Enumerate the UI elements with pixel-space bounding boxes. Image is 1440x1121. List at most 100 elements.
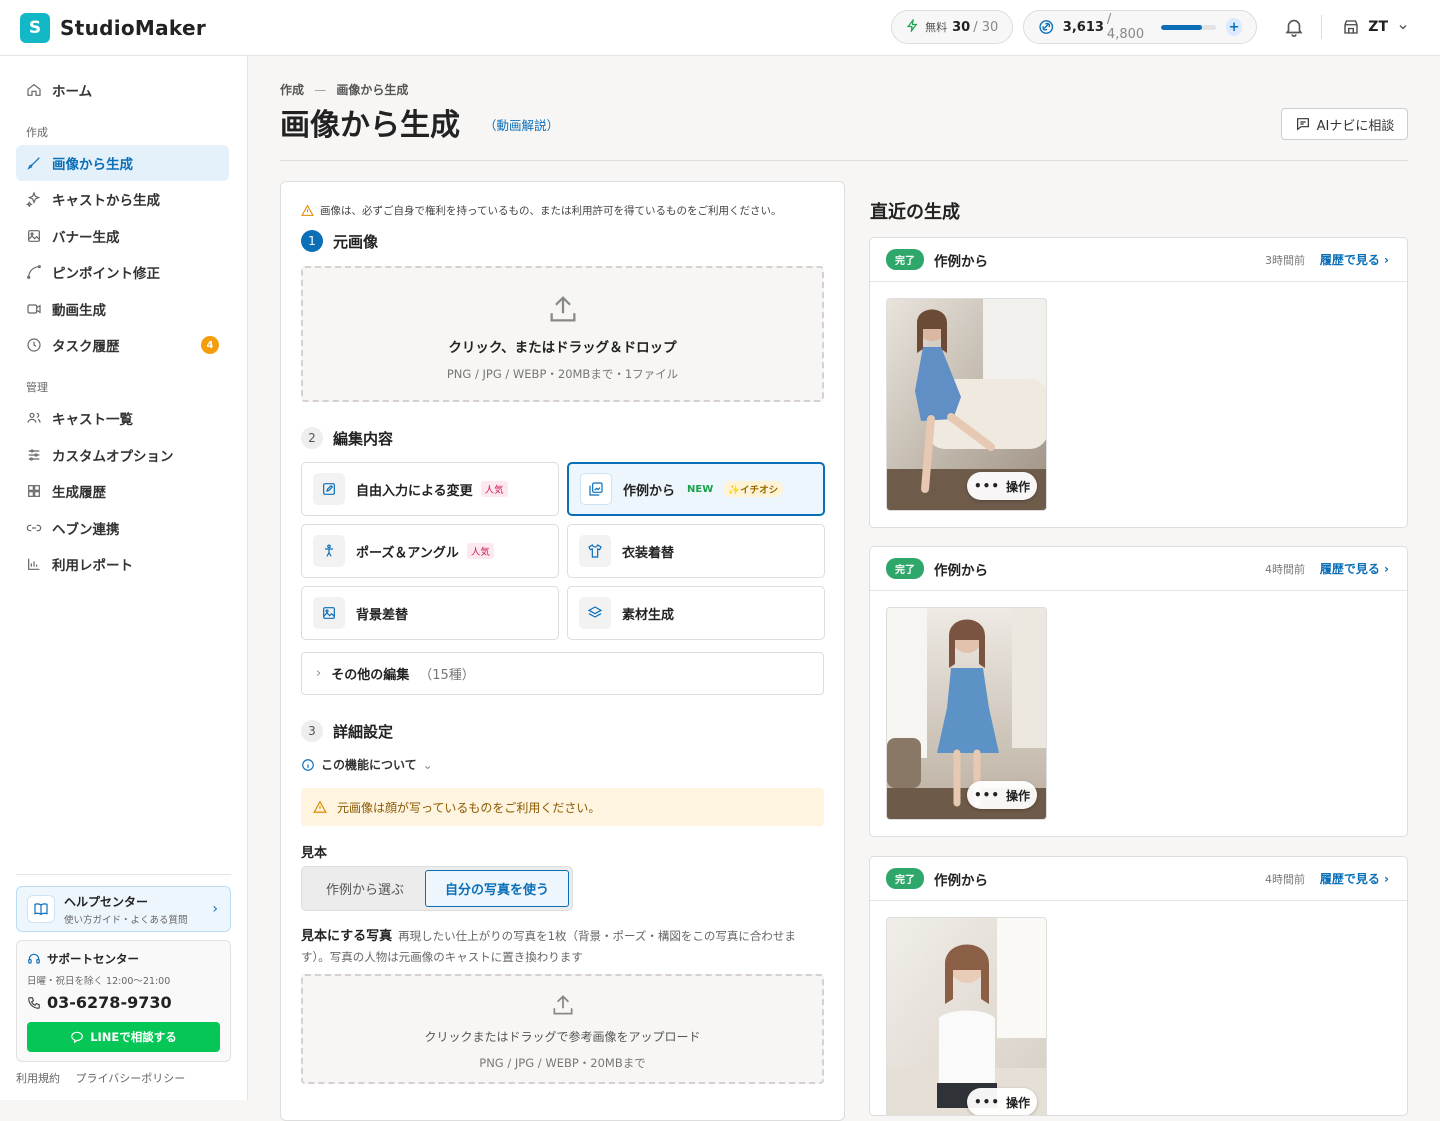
free-label: 無料 xyxy=(925,21,948,34)
about-feature-toggle[interactable]: この機能について ⌄ xyxy=(301,756,433,773)
chevron-right-icon: › xyxy=(316,666,322,681)
warning-icon xyxy=(313,800,327,813)
recent-item-time: 3時間前 xyxy=(1265,253,1305,267)
logo[interactable]: S StudioMaker xyxy=(20,12,206,43)
sidebar-item-pinpoint[interactable]: ピンポイント修正 xyxy=(16,254,229,290)
new-tag: NEW xyxy=(687,483,714,495)
face-warning: 元画像は顔が写っているものをご利用ください。 xyxy=(301,788,824,826)
video-icon xyxy=(27,304,41,314)
generated-image[interactable]: ••• 操作 xyxy=(886,917,1047,1115)
free-credits-pill[interactable]: 無料 30 / 30 xyxy=(891,10,1014,44)
sidebar-item-video[interactable]: 動画生成 xyxy=(16,291,229,327)
link-icon xyxy=(26,524,42,532)
notice-text: 画像は、必ずご自身で権利を持っているもの、または利用許可を得ているものをご利用く… xyxy=(320,205,782,217)
curve-icon xyxy=(27,265,41,279)
support-center-card: サポートセンター 日曜・祝日を除く 12:00〜21:00 03-6278-97… xyxy=(16,940,231,1062)
bell-icon[interactable] xyxy=(1283,16,1305,38)
option-material[interactable]: 素材生成 xyxy=(567,586,825,640)
sliders-icon xyxy=(28,449,40,461)
view-history-link[interactable]: 履歴で見る › xyxy=(1320,560,1389,577)
step-title: 元画像 xyxy=(333,232,379,251)
help-title: ヘルプセンター xyxy=(64,894,149,909)
sidebar: ホーム 作成 画像から生成 キャストから生成 バナー生成 ピンポイント修正 動画… xyxy=(0,56,248,1100)
clock-icon xyxy=(27,338,41,352)
sidebar-item-home[interactable]: ホーム xyxy=(16,72,229,108)
source-image-dropzone[interactable]: クリック、またはドラッグ＆ドロップ PNG / JPG / WEBP・20MBま… xyxy=(301,266,824,402)
generated-image[interactable]: ••• 操作 xyxy=(886,298,1047,511)
sidebar-item-label: ピンポイント修正 xyxy=(52,266,160,282)
generate-form: 画像は、必ずご自身で権利を持っているもの、または利用許可を得ているものをご利用く… xyxy=(280,181,845,1121)
more-icon: ••• xyxy=(973,1095,1000,1109)
message-icon xyxy=(1296,118,1309,131)
recent-item-name: 作例から xyxy=(934,253,988,270)
sidebar-item-banner[interactable]: バナー生成 xyxy=(16,218,229,254)
sidebar-item-label: 画像から生成 xyxy=(52,157,133,173)
sidebar-item-cast-list[interactable]: キャスト一覧 xyxy=(16,400,229,436)
option-free-input[interactable]: 自由入力による変更 人気 xyxy=(301,462,559,516)
credits-total: / 4,800 xyxy=(1106,12,1145,42)
support-phone[interactable]: 03-6278-9730 xyxy=(27,993,220,1012)
sidebar-item-label: 動画生成 xyxy=(52,303,106,319)
credits-pill[interactable]: 3,613 / 4,800 + xyxy=(1023,10,1258,44)
more-edits-count: （15種） xyxy=(419,668,475,683)
step-number: 1 xyxy=(301,230,323,252)
video-guide-link[interactable]: （動画解説） xyxy=(484,115,559,134)
option-outfit-change[interactable]: 衣装着替 xyxy=(567,524,825,578)
image-icon xyxy=(313,597,345,629)
sample-source-toggle: 作例から選ぶ 自分の写真を使う xyxy=(301,866,573,911)
chevron-down-icon[interactable] xyxy=(1398,22,1408,32)
image-icon xyxy=(28,230,40,242)
add-credits-button[interactable]: + xyxy=(1225,18,1243,36)
recent-item: 完了 作例から 3時間前 履歴で見る › ••• 操作 xyxy=(869,237,1408,528)
upload-icon xyxy=(550,296,575,322)
pick-from-examples-tab[interactable]: 作例から選ぶ xyxy=(305,870,425,907)
line-button-label: LINEで相談する xyxy=(90,1030,177,1044)
option-pose-angle[interactable]: ポーズ＆アングル 人気 xyxy=(301,524,559,578)
users-icon xyxy=(27,412,41,423)
help-center-card[interactable]: ヘルプセンター 使い方ガイド・よくある質問 › xyxy=(16,886,231,932)
warning-text: 元画像は顔が写っているものをご利用ください。 xyxy=(337,800,601,815)
view-history-link[interactable]: 履歴で見る › xyxy=(1320,251,1389,268)
actions-button[interactable]: ••• 操作 xyxy=(967,1088,1037,1115)
chevron-right-icon: › xyxy=(212,901,218,917)
line-consult-button[interactable]: LINEで相談する xyxy=(27,1022,220,1052)
option-label: 自由入力による変更 xyxy=(356,483,473,499)
user-initials[interactable]: ZT xyxy=(1368,19,1388,35)
actions-button[interactable]: ••• 操作 xyxy=(967,472,1037,500)
reference-image-dropzone[interactable]: クリックまたはドラッグで参考画像をアップロード PNG / JPG / WEBP… xyxy=(301,974,824,1084)
sample-label: 見本 xyxy=(301,846,328,861)
use-own-photo-tab[interactable]: 自分の写真を使う xyxy=(425,870,569,907)
sidebar-item-report[interactable]: 利用レポート xyxy=(16,546,229,582)
sidebar-item-heaven[interactable]: ヘブン連携 xyxy=(16,510,229,546)
chevron-down-icon: ⌄ xyxy=(422,757,433,772)
brush-icon xyxy=(27,157,40,170)
breadcrumb: 作成 — 画像から生成 xyxy=(280,81,408,98)
breadcrumb-parent[interactable]: 作成 xyxy=(280,83,304,97)
sidebar-item-task-history[interactable]: タスク履歴 4 xyxy=(16,327,229,363)
option-from-example[interactable]: 作例から NEW ✨イチオシ xyxy=(567,462,825,516)
more-edits-toggle[interactable]: › その他の編集 （15種） xyxy=(301,652,824,695)
support-hours: 日曜・祝日を除く 12:00〜21:00 xyxy=(27,976,171,987)
view-history-link[interactable]: 履歴で見る › xyxy=(1320,870,1389,887)
step-number: 2 xyxy=(301,427,323,449)
bar-chart-icon xyxy=(28,558,40,570)
shirt-icon xyxy=(579,535,611,567)
sidebar-item-image-generate[interactable]: 画像から生成 xyxy=(16,145,229,181)
step-2-heading: 2 編集内容 xyxy=(301,427,393,449)
privacy-link[interactable]: プライバシーポリシー xyxy=(76,1072,186,1085)
ai-navi-button[interactable]: AIナビに相談 xyxy=(1281,108,1408,140)
layers-icon xyxy=(579,597,611,629)
generated-image[interactable]: ••• 操作 xyxy=(886,607,1047,820)
credits-progress-fill xyxy=(1160,24,1203,30)
terms-link[interactable]: 利用規約 xyxy=(16,1072,60,1085)
upload-icon xyxy=(552,995,573,1015)
option-background-change[interactable]: 背景差替 xyxy=(301,586,559,640)
popular-tag: 人気 xyxy=(480,481,508,497)
sidebar-item-cast-generate[interactable]: キャストから生成 xyxy=(16,181,229,217)
status-badge: 完了 xyxy=(886,249,924,270)
actions-button[interactable]: ••• 操作 xyxy=(967,781,1037,809)
task-count-badge: 4 xyxy=(201,336,219,354)
sidebar-item-custom-options[interactable]: カスタムオプション xyxy=(16,437,229,473)
sidebar-item-generation-history[interactable]: 生成履歴 xyxy=(16,473,229,509)
store-icon[interactable] xyxy=(1342,18,1360,36)
